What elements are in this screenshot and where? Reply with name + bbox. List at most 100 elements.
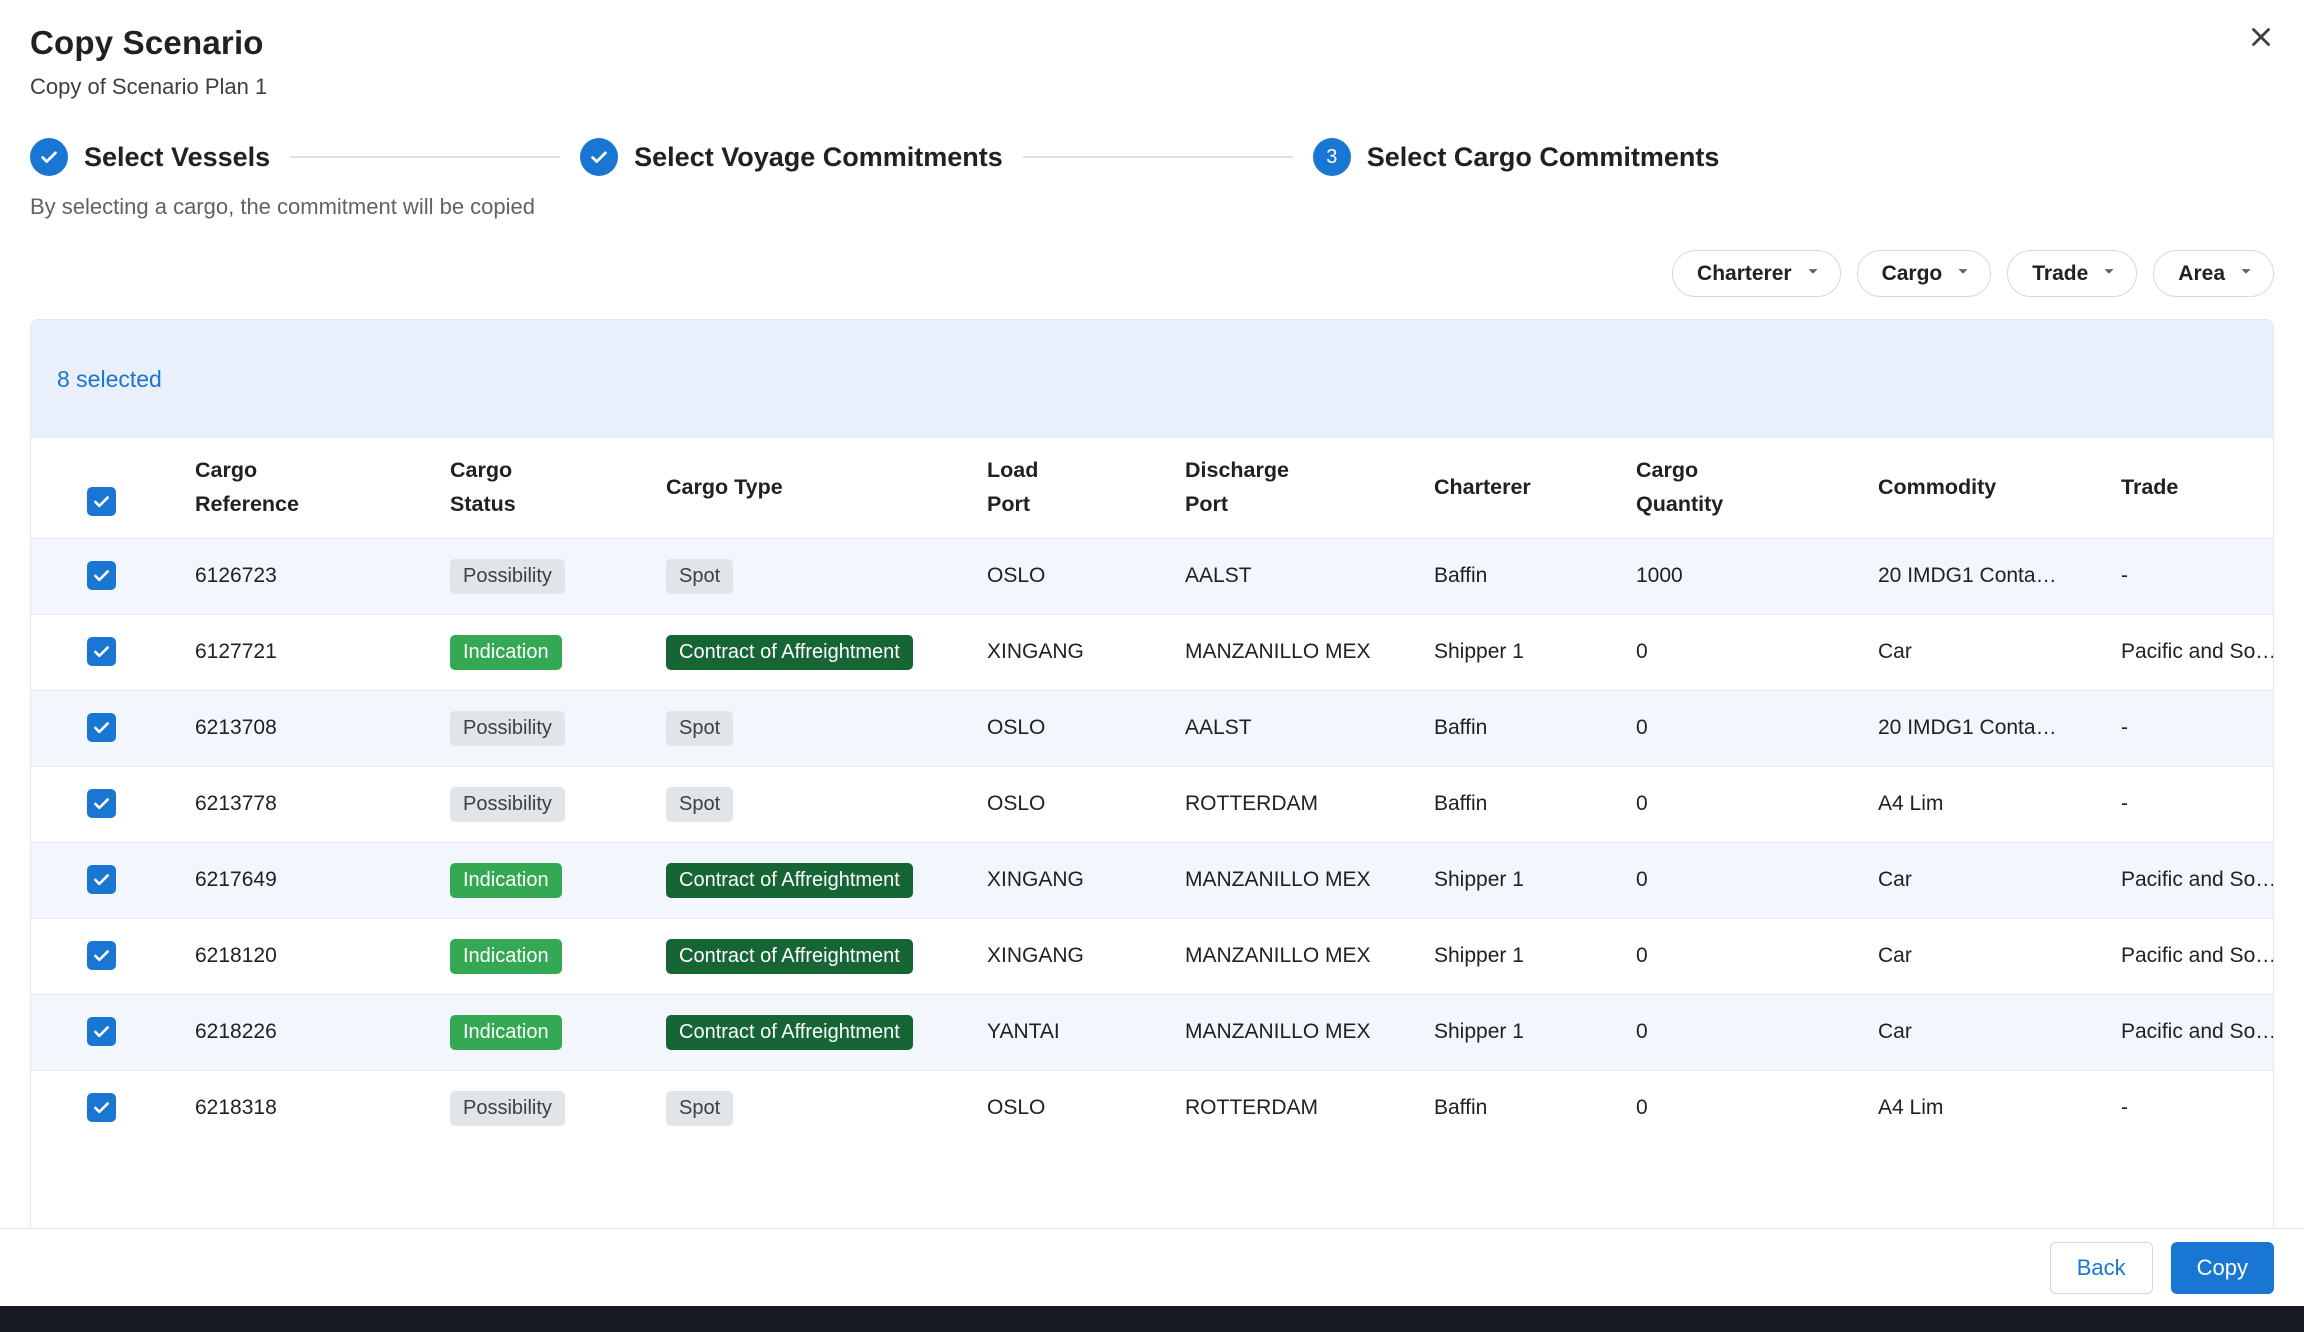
step-completed-check-icon [30,138,68,176]
charterer-cell: Baffin [1410,538,1612,614]
cargo-quantity-cell: 0 [1612,1070,1854,1146]
discharge-port-cell: ROTTERDAM [1161,1070,1410,1146]
table-row[interactable]: 6218318 Possibility Spot OSLO ROTTERDAM … [31,1070,2274,1146]
row-checkbox[interactable] [87,713,116,742]
cargo-reference-cell: 6127721 [171,614,426,690]
step-completed-check-icon [580,138,618,176]
cargo-commitments-table: Cargo Reference Cargo Status Cargo Type … [31,438,2274,1146]
discharge-port-cell: MANZANILLO MEX [1161,918,1410,994]
cargo-quantity-cell: 1000 [1612,538,1854,614]
charterer-cell: Baffin [1410,690,1612,766]
column-header-cargo-status: Cargo Status [426,438,642,538]
step-select-vessels[interactable]: Select Vessels [30,138,270,176]
column-header-commodity: Commodity [1854,438,2097,538]
cargo-quantity-cell: 0 [1612,690,1854,766]
charterer-cell: Baffin [1410,766,1612,842]
cargo-quantity-cell: 0 [1612,918,1854,994]
table-header-row: Cargo Reference Cargo Status Cargo Type … [31,438,2274,538]
filter-charterer-dropdown[interactable]: Charterer [1672,250,1841,297]
helper-text: By selecting a cargo, the commitment wil… [0,194,2304,220]
column-header-cargo-type: Cargo Type [642,438,963,538]
column-header-cargo-quantity: Cargo Quantity [1612,438,1854,538]
table-row[interactable]: 6218226 Indication Contract of Affreight… [31,994,2274,1070]
cargo-type-badge: Spot [666,559,733,594]
commodity-cell: Car [1854,614,2097,690]
chevron-down-icon [1952,260,1974,288]
filter-cargo-dropdown[interactable]: Cargo [1857,250,1992,297]
table-row[interactable]: 6217649 Indication Contract of Affreight… [31,842,2274,918]
filter-area-dropdown[interactable]: Area [2153,250,2274,297]
cargo-type-badge: Contract of Affreightment [666,863,913,898]
cargo-quantity-cell: 0 [1612,766,1854,842]
row-checkbox[interactable] [87,789,116,818]
select-all-checkbox[interactable] [87,487,116,516]
cargo-type-badge: Contract of Affreightment [666,635,913,670]
table-row[interactable]: 6127721 Indication Contract of Affreight… [31,614,2274,690]
filter-trade-dropdown[interactable]: Trade [2007,250,2137,297]
back-button[interactable]: Back [2050,1242,2153,1294]
cargo-status-badge: Possibility [450,559,565,594]
close-button[interactable] [2246,22,2276,52]
copy-scenario-modal: Copy Scenario Copy of Scenario Plan 1 Se… [0,0,2304,1332]
row-checkbox[interactable] [87,865,116,894]
cargo-commitments-table-card: 8 selected Cargo Reference Cargo Status … [30,319,2274,1228]
row-checkbox[interactable] [87,637,116,666]
cargo-reference-cell: 6213778 [171,766,426,842]
discharge-port-cell: MANZANILLO MEX [1161,842,1410,918]
table-row[interactable]: 6213778 Possibility Spot OSLO ROTTERDAM … [31,766,2274,842]
table-row[interactable]: 6213708 Possibility Spot OSLO AALST Baff… [31,690,2274,766]
cargo-reference-cell: 6126723 [171,538,426,614]
cargo-type-badge: Spot [666,787,733,822]
discharge-port-cell: ROTTERDAM [1161,766,1410,842]
discharge-port-cell: MANZANILLO MEX [1161,994,1410,1070]
trade-cell: Pacific and So… [2097,842,2274,918]
column-header-cargo-reference: Cargo Reference [171,438,426,538]
stepper-connector [290,156,560,158]
close-icon [2246,40,2276,55]
step-select-cargo-commitments[interactable]: 3 Select Cargo Commitments [1313,138,1720,176]
discharge-port-cell: AALST [1161,538,1410,614]
discharge-port-cell: MANZANILLO MEX [1161,614,1410,690]
load-port-cell: OSLO [963,690,1161,766]
step-label: Select Voyage Commitments [634,142,1003,173]
stepper-connector [1023,156,1293,158]
discharge-port-cell: AALST [1161,690,1410,766]
cargo-status-badge: Possibility [450,711,565,746]
commodity-cell: Car [1854,918,2097,994]
modal-title: Copy Scenario [30,24,2274,62]
table-row[interactable]: 6218120 Indication Contract of Affreight… [31,918,2274,994]
commodity-cell: Car [1854,842,2097,918]
charterer-cell: Shipper 1 [1410,842,1612,918]
commodity-cell: 20 IMDG1 Conta… [1854,690,2097,766]
charterer-cell: Baffin [1410,1070,1612,1146]
table-row[interactable]: 6126723 Possibility Spot OSLO AALST Baff… [31,538,2274,614]
cargo-quantity-cell: 0 [1612,994,1854,1070]
cargo-reference-cell: 6213708 [171,690,426,766]
cargo-status-badge: Indication [450,635,562,670]
load-port-cell: YANTAI [963,994,1161,1070]
column-header-charterer: Charterer [1410,438,1612,538]
column-header-load-port: Load Port [963,438,1161,538]
step-select-voyage-commitments[interactable]: Select Voyage Commitments [580,138,1003,176]
row-checkbox[interactable] [87,1017,116,1046]
row-checkbox[interactable] [87,561,116,590]
filter-bar: Charterer Cargo Trade Area [0,250,2304,297]
filter-label: Trade [2032,262,2088,286]
column-header-trade: Trade [2097,438,2274,538]
filter-label: Cargo [1882,262,1943,286]
row-checkbox[interactable] [87,1093,116,1122]
cargo-quantity-cell: 0 [1612,842,1854,918]
copy-button[interactable]: Copy [2171,1242,2274,1294]
cargo-status-badge: Indication [450,863,562,898]
trade-cell: Pacific and So… [2097,918,2274,994]
load-port-cell: XINGANG [963,842,1161,918]
trade-cell: - [2097,1070,2274,1146]
cargo-type-badge: Contract of Affreightment [666,1015,913,1050]
filter-label: Charterer [1697,262,1792,286]
modal-subtitle: Copy of Scenario Plan 1 [30,74,2274,100]
row-checkbox[interactable] [87,941,116,970]
stepper: Select Vessels Select Voyage Commitments… [0,138,2304,176]
filter-label: Area [2178,262,2225,286]
trade-cell: Pacific and So… [2097,994,2274,1070]
modal-footer: Back Copy [0,1228,2304,1306]
